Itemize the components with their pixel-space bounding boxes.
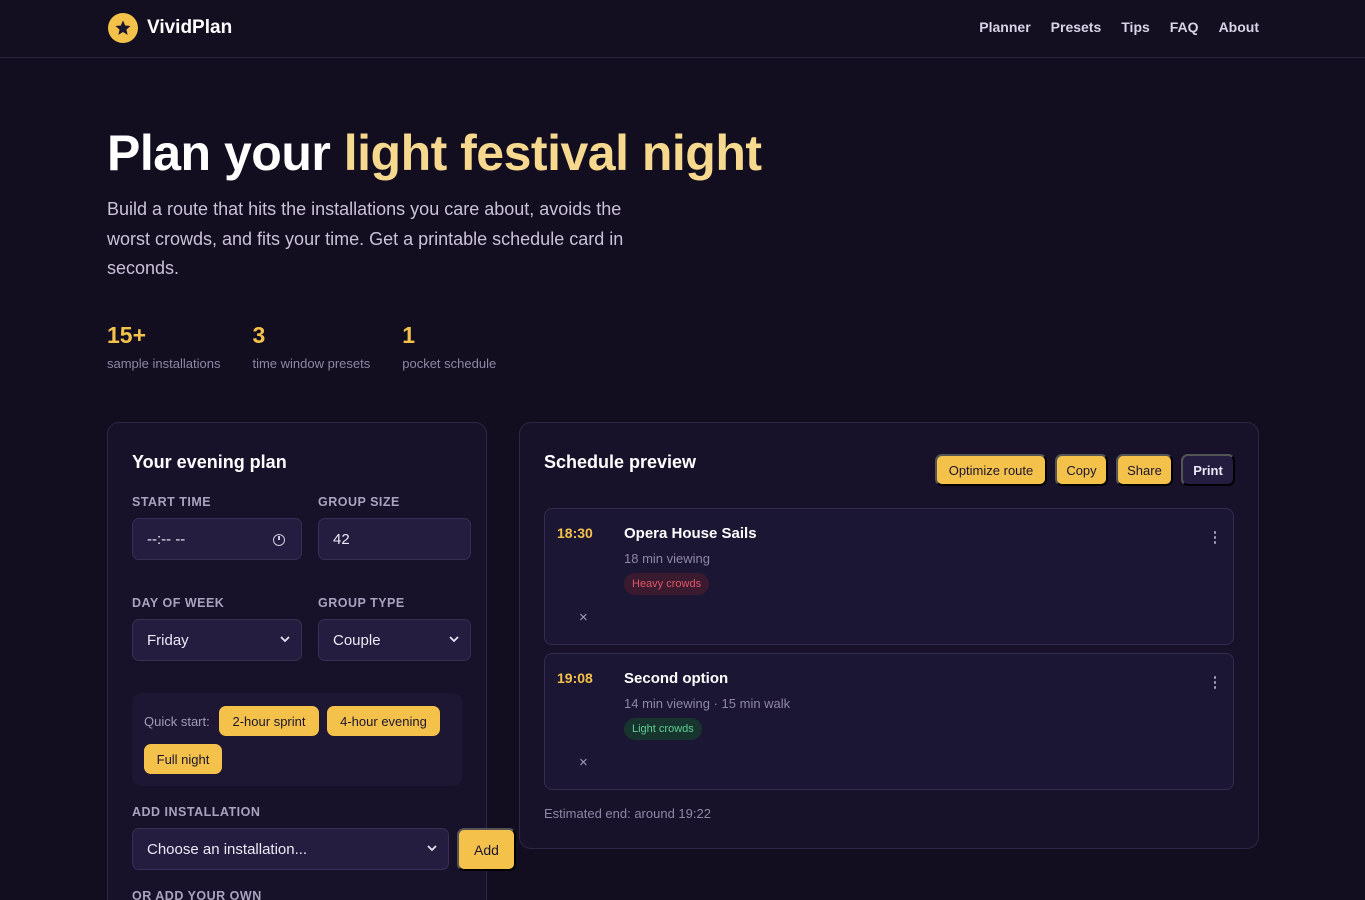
preset-2-hour-sprint-button[interactable]: 2-hour sprint [219, 706, 319, 736]
crowd-badge-heavy: Heavy crowds [624, 573, 710, 595]
preset-full-night-button[interactable]: Full night [144, 744, 222, 774]
remove-item-icon[interactable]: × [579, 609, 588, 626]
brand-name: VividPlan [147, 17, 233, 38]
remove-item-icon[interactable]: × [579, 754, 588, 771]
more-options-icon[interactable] [1212, 531, 1218, 546]
stat-label: pocket schedule [402, 356, 497, 371]
schedule-item: 19:08 Second option 14 min viewing · 15 … [544, 653, 1234, 790]
optimize-route-button[interactable]: Optimize route [935, 454, 1047, 486]
group-type-label: GROUP TYPE [318, 596, 405, 610]
hero-title: Plan your light festival night [107, 124, 762, 182]
day-of-week-select[interactable]: Friday [132, 619, 302, 661]
more-options-icon[interactable] [1212, 676, 1218, 691]
hero-subtitle: Build a route that hits the installation… [107, 199, 624, 278]
group-size-label: GROUP SIZE [318, 495, 400, 509]
schedule-item-meta: 14 min viewing · 15 min walk [624, 696, 791, 711]
nav-link-presets[interactable]: Presets [1051, 19, 1102, 35]
quick-start-label: Quick start: [144, 714, 210, 729]
stat-value: 1 [402, 322, 416, 348]
group-size-value: 42 [333, 530, 350, 548]
schedule-item: 18:30 Opera House Sails 18 min viewing H… [544, 508, 1234, 645]
stat-label: time window presets [252, 356, 371, 371]
clock-icon[interactable] [273, 534, 285, 546]
preview-card-title: Schedule preview [544, 452, 697, 472]
group-type-select[interactable]: Couple [318, 619, 471, 661]
share-button[interactable]: Share [1116, 454, 1173, 486]
schedule-item-name: Opera House Sails [624, 525, 757, 542]
crowd-badge-light: Light crowds [624, 718, 702, 740]
add-installation-label: ADD INSTALLATION [132, 805, 261, 819]
hero-title-gold: light festival night [343, 125, 762, 181]
installation-select-value: Choose an installation... [147, 840, 308, 858]
chevron-down-icon [427, 845, 437, 852]
installation-select[interactable]: Choose an installation... [132, 828, 449, 870]
add-installation-button[interactable]: Add [457, 828, 516, 871]
copy-button[interactable]: Copy [1055, 454, 1108, 486]
chevron-down-icon [449, 636, 459, 643]
start-time-input[interactable]: --:-- -- [132, 518, 302, 560]
start-time-label: START TIME [132, 495, 212, 509]
preset-4-hour-evening-button[interactable]: 4-hour evening [327, 706, 440, 736]
schedule-preview-card: Schedule preview Optimize route Copy Sha… [519, 422, 1259, 849]
schedule-item-name: Second option [624, 670, 729, 687]
hero-stats: 15+ sample installations 3 time window p… [107, 321, 528, 371]
add-your-own-label: OR ADD YOUR OWN [132, 889, 262, 900]
nav-link-about[interactable]: About [1219, 19, 1259, 35]
quick-start-panel: Quick start: 2-hour sprint 4-hour evenin… [132, 693, 462, 786]
day-of-week-label: DAY OF WEEK [132, 596, 225, 610]
stat-presets: 3 time window presets [252, 321, 370, 371]
evening-plan-card: Your evening plan START TIME --:-- -- GR… [107, 422, 516, 900]
nav-link-faq[interactable]: FAQ [1170, 19, 1199, 35]
estimated-end-text: Estimated end: around 19:22 [544, 806, 711, 821]
star-logo-icon [108, 13, 138, 43]
main-nav: Planner Presets Tips FAQ About [979, 19, 1259, 35]
top-nav-bar: VividPlan Planner Presets Tips FAQ About [0, 0, 1365, 58]
chevron-down-icon [280, 636, 290, 643]
group-size-input[interactable]: 42 [318, 518, 471, 560]
nav-link-planner[interactable]: Planner [979, 19, 1030, 35]
schedule-item-time: 19:08 [557, 670, 593, 686]
schedule-item-meta: 18 min viewing [624, 551, 710, 566]
stat-installations: 15+ sample installations [107, 321, 220, 371]
print-button[interactable]: Print [1181, 454, 1235, 486]
plan-card-title: Your evening plan [132, 452, 287, 472]
hero-title-white: Plan your [107, 125, 331, 181]
start-time-value: --:-- -- [147, 530, 186, 548]
nav-link-tips[interactable]: Tips [1121, 19, 1150, 35]
stat-value: 3 [252, 322, 266, 348]
schedule-item-time: 18:30 [557, 525, 593, 541]
stat-label: sample installations [107, 356, 221, 371]
brand[interactable]: VividPlan [108, 13, 232, 43]
stat-schedule: 1 pocket schedule [402, 321, 496, 371]
day-of-week-value: Friday [147, 631, 189, 649]
stat-value: 15+ [107, 322, 147, 348]
group-type-value: Couple [333, 631, 381, 649]
